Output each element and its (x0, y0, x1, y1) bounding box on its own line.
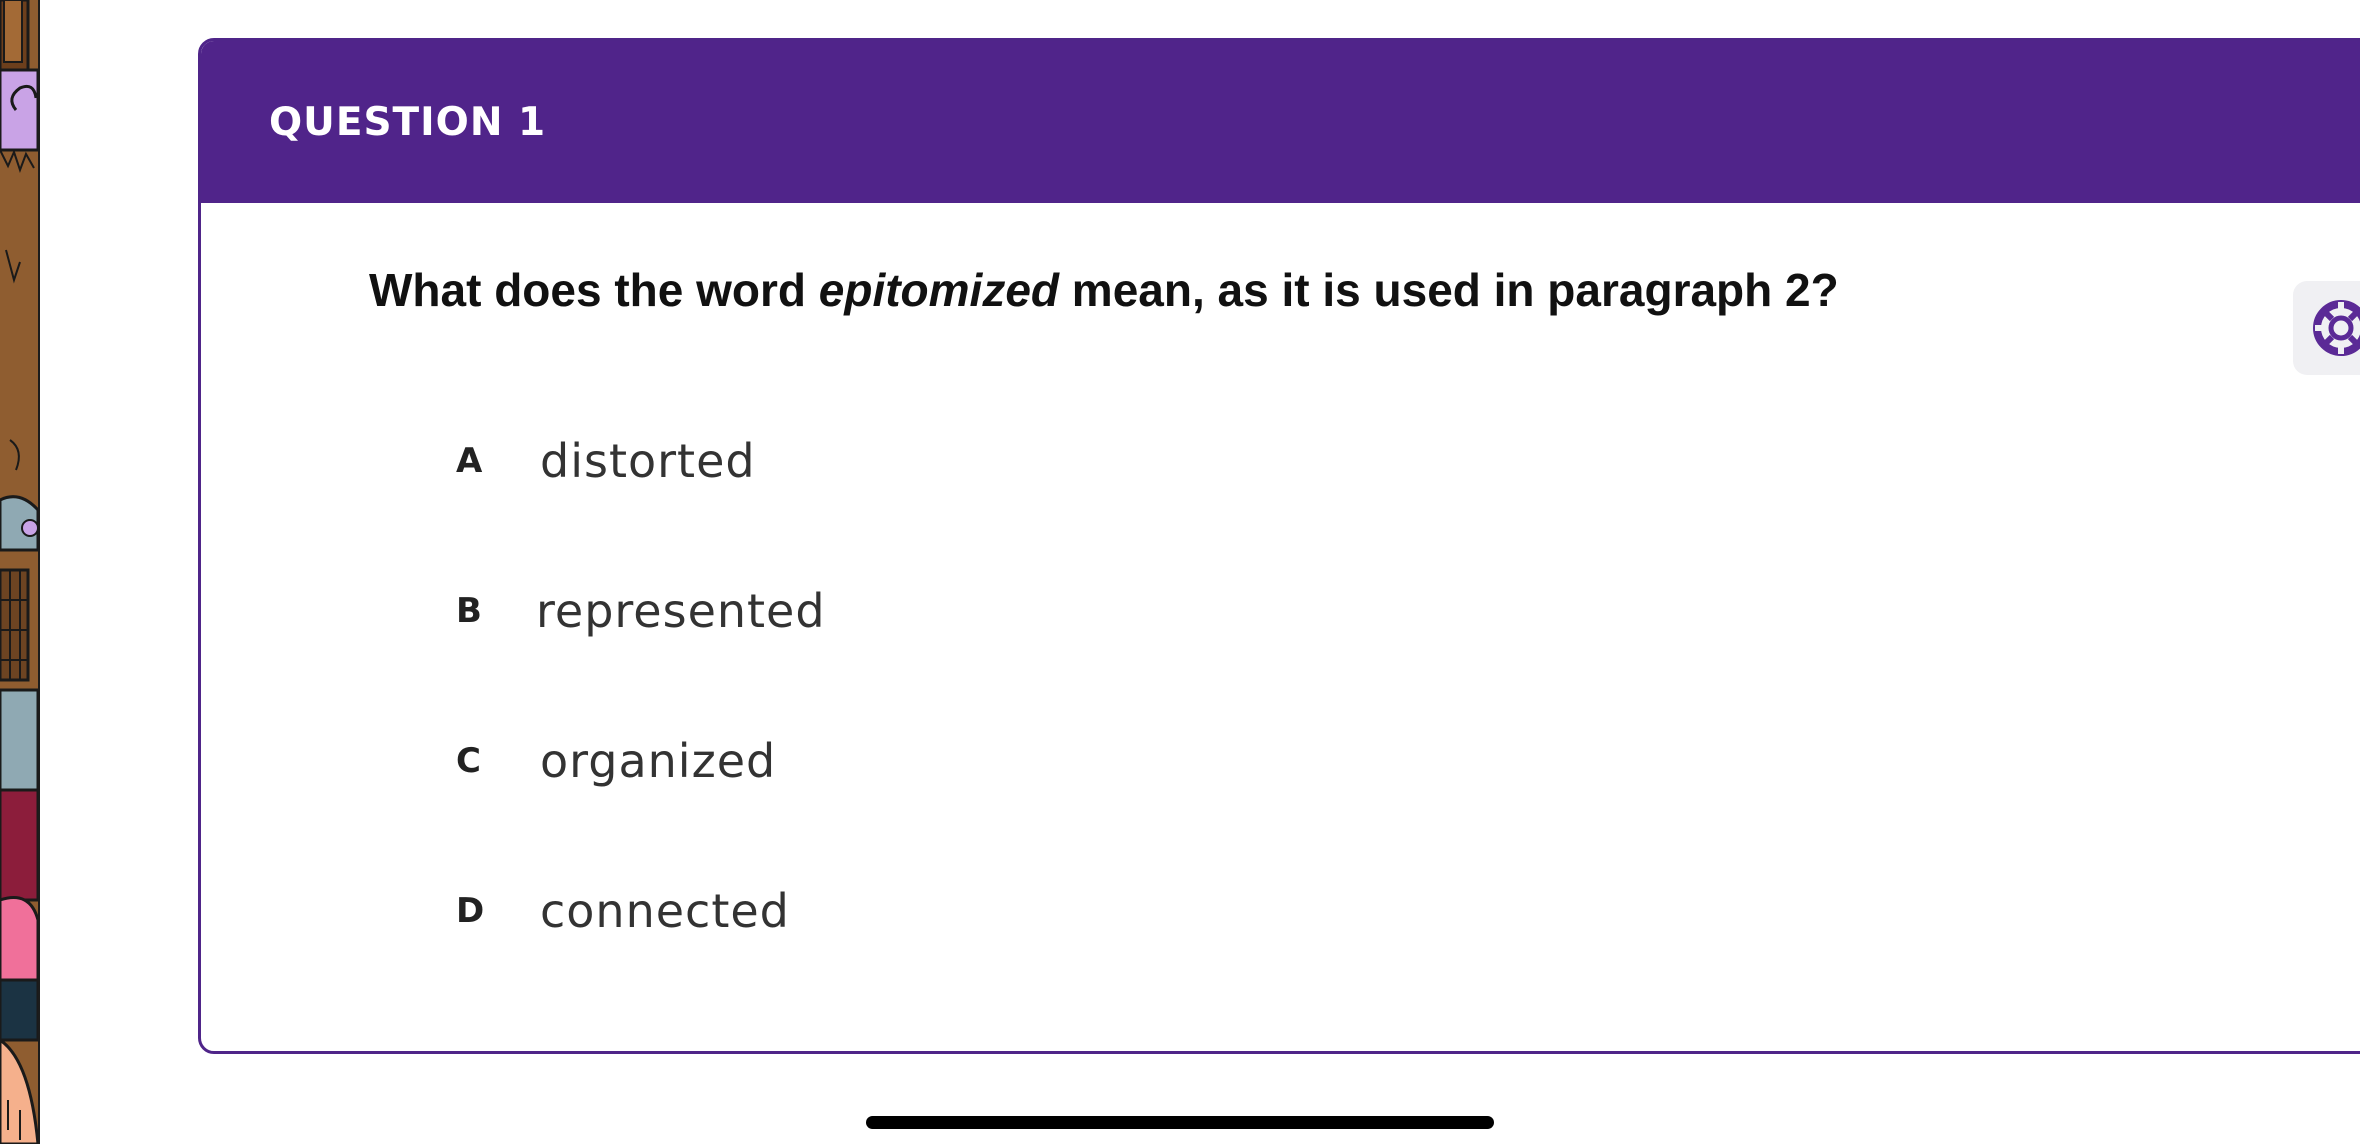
answer-choice-c[interactable]: C organized (456, 691, 1856, 841)
answer-choice-b[interactable]: B represented (456, 541, 1856, 691)
answer-choice-a[interactable]: A distorted (456, 391, 1856, 541)
stem-text-before: What does the word (369, 264, 819, 316)
question-card: QUESTION 1 What does the word epitomized… (198, 38, 2360, 1054)
choice-text: represented (536, 584, 826, 638)
answer-choice-d[interactable]: D connected (456, 841, 1856, 991)
home-indicator[interactable] (866, 1116, 1494, 1129)
stem-text-after: mean, as it is used in paragraph 2? (1059, 264, 1839, 316)
reading-question-screen: QUESTION 1 What does the word epitomized… (0, 0, 2360, 1144)
choice-letter: D (456, 891, 485, 931)
illustration-art (0, 0, 38, 1144)
choice-letter: B (456, 591, 482, 631)
stem-keyword: epitomized (818, 264, 1060, 316)
choice-text: connected (540, 884, 790, 938)
choice-text: organized (540, 734, 777, 788)
question-stem: What does the word epitomized mean, as i… (369, 263, 1839, 317)
lifebuoy-icon (2313, 300, 2360, 356)
choice-letter: C (456, 741, 481, 781)
question-number-title: QUESTION 1 (269, 99, 547, 145)
question-header: QUESTION 1 (201, 41, 2360, 203)
help-button[interactable] (2293, 281, 2360, 375)
choice-text: distorted (540, 434, 756, 488)
choice-letter: A (456, 441, 483, 481)
answer-choices: A distorted B represented C organized D … (456, 391, 1856, 991)
cover-illustration-strip (0, 0, 40, 1144)
